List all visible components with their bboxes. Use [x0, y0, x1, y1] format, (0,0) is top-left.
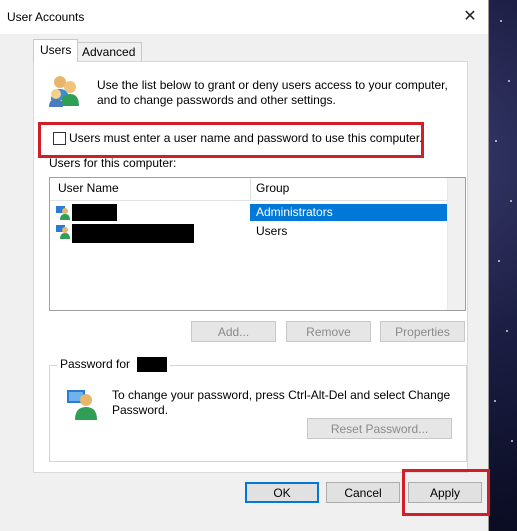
tab-advanced[interactable]: Advanced — [75, 42, 143, 62]
password-group-title-text: Password for — [60, 357, 131, 371]
title-bar: User Accounts ✕ — [0, 0, 488, 34]
intro-text: Use the list below to grant or deny user… — [97, 78, 448, 107]
table-row[interactable]: Administrators — [54, 204, 447, 221]
password-group: Password for To change your password, pr… — [49, 357, 467, 462]
window-title: User Accounts — [7, 10, 85, 24]
user-password-icon — [67, 390, 97, 420]
require-login-checkbox[interactable] — [53, 132, 66, 145]
require-login-highlight: Users must enter a user name and passwor… — [38, 122, 424, 158]
cancel-button[interactable]: Cancel — [326, 482, 400, 503]
user-icon — [56, 206, 70, 220]
column-header-user-name[interactable]: User Name — [58, 181, 119, 195]
password-group-title: Password for — [57, 357, 171, 373]
users-list-label: Users for this computer: — [49, 156, 177, 170]
password-instructions: To change your password, press Ctrl-Alt-… — [112, 388, 451, 417]
users-icon — [49, 76, 79, 107]
redacted-username — [137, 357, 168, 373]
user-accounts-dialog: User Accounts ✕ Users Advanced Use the l… — [0, 0, 489, 531]
row-group: Users — [256, 224, 288, 238]
user-icon — [56, 225, 70, 239]
remove-user-button[interactable]: Remove — [286, 321, 371, 342]
reset-password-button[interactable]: Reset Password... — [307, 418, 452, 439]
require-login-label[interactable]: Users must enter a user name and passwor… — [69, 131, 423, 145]
ok-button[interactable]: OK — [245, 482, 319, 503]
list-header: User Name Group — [50, 178, 447, 201]
add-user-button[interactable]: Add... — [191, 321, 276, 342]
users-tab-panel: Use the list below to grant or deny user… — [33, 61, 468, 473]
apply-highlight — [402, 469, 490, 516]
close-icon[interactable]: ✕ — [459, 6, 481, 28]
users-list[interactable]: User Name Group Administrators Users — [49, 177, 466, 311]
redacted-username — [72, 204, 117, 221]
properties-button[interactable]: Properties — [380, 321, 465, 342]
redacted-username — [72, 224, 194, 243]
column-divider[interactable] — [250, 178, 251, 200]
table-row[interactable]: Users — [54, 223, 447, 243]
tab-users[interactable]: Users — [33, 39, 79, 62]
row-group: Administrators — [256, 205, 333, 219]
list-scrollbar[interactable] — [447, 178, 465, 310]
column-header-group[interactable]: Group — [256, 181, 289, 195]
